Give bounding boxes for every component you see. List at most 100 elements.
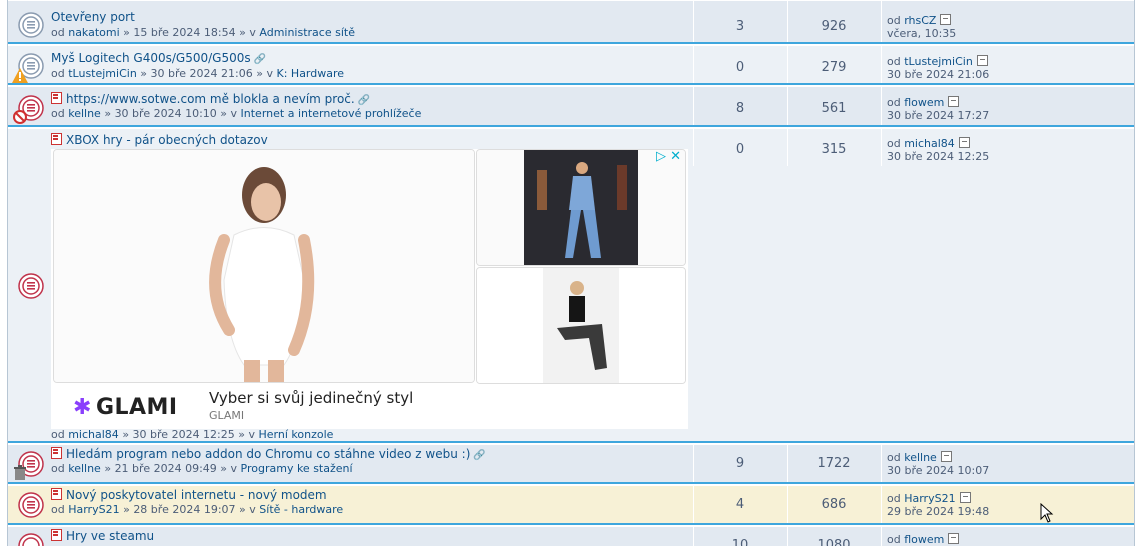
views-count: 1080: [817, 538, 851, 546]
last-author-link[interactable]: flowem: [904, 533, 944, 546]
adchoices-icon[interactable]: ▷: [656, 149, 666, 164]
last-post: od HarryS21 29 bře 2024 19:48: [887, 492, 990, 518]
topic-meta: od HarryS21 » 28 bře 2024 19:07 » v Sítě…: [51, 503, 344, 516]
new-post-icon[interactable]: [51, 447, 62, 459]
forum-link[interactable]: K: Hardware: [277, 67, 345, 80]
ad-choices[interactable]: ▷ ✕: [656, 149, 681, 164]
replies-count: 0: [735, 142, 745, 157]
topic-row: Otevřeny port od nakatomi » 15 bře 2024 …: [8, 0, 1134, 44]
ad-product-image[interactable]: [476, 267, 686, 384]
forum-link[interactable]: Programy ke stažení: [241, 462, 353, 475]
views-count: 279: [821, 60, 847, 75]
topic-title-link[interactable]: https://www.sotwe.com mě bloklа a nevím …: [51, 92, 370, 106]
last-post: od kellne 30 bře 2024 10:07: [887, 451, 990, 477]
new-post-icon[interactable]: [51, 529, 62, 541]
goto-last-post-icon[interactable]: [958, 137, 970, 148]
warning-icon: [12, 68, 28, 83]
author-link[interactable]: HarryS21: [68, 503, 119, 516]
last-post: od rhsCZ včera, 10:35: [887, 14, 957, 40]
topic-title-link[interactable]: Myš Logitech G400s/G500/G500s 🔗: [51, 51, 266, 65]
author-link[interactable]: michal84: [68, 428, 119, 441]
ad-footer[interactable]: ✱ GLAMI Vyber si svůj jedinečný styl GLAM…: [51, 385, 688, 429]
last-post: od flowem 30 bře 2024 17:27: [887, 96, 990, 122]
topic-title-link[interactable]: Hledám program nebo addon do Chromu co s…: [51, 447, 486, 461]
column-divider: [881, 445, 882, 482]
topic-row: Hledám program nebo addon do Chromu co s…: [8, 444, 1134, 484]
author-link[interactable]: kellne: [68, 462, 101, 475]
column-divider: [787, 445, 788, 482]
goto-last-post-icon[interactable]: [940, 451, 952, 462]
column-divider: [881, 1, 882, 42]
author-link[interactable]: nakatomi: [68, 26, 119, 39]
goto-last-post-icon[interactable]: [948, 533, 960, 544]
column-divider: [693, 1, 694, 42]
attachment-icon: 🔗: [357, 95, 371, 106]
last-author-link[interactable]: flowem: [904, 96, 944, 109]
replies-count: 3: [735, 19, 745, 34]
goto-last-post-icon[interactable]: [940, 14, 952, 25]
topic-unread-icon: [18, 533, 44, 546]
goto-last-post-icon[interactable]: [959, 492, 971, 503]
last-author-link[interactable]: rhsCZ: [904, 14, 936, 27]
column-divider: [693, 445, 694, 482]
topic-meta: od michal84 » 30 bře 2024 12:25 » v Hern…: [51, 428, 334, 441]
topic-row: https://www.sotwe.com mě bloklа a nevím …: [8, 86, 1134, 127]
replies-count: 8: [735, 101, 745, 116]
topic-title-link[interactable]: Otevřeny port: [51, 10, 135, 24]
views-count: 1722: [817, 456, 851, 471]
topic-unread-icon: [18, 492, 44, 518]
ad-product-image[interactable]: [53, 149, 475, 383]
replies-count: 10: [731, 538, 749, 546]
no-entry-icon: [13, 110, 27, 124]
goto-last-post-icon[interactable]: [948, 96, 960, 107]
glami-logo[interactable]: ✱ GLAMI: [73, 395, 178, 420]
new-post-icon[interactable]: [51, 488, 62, 500]
column-divider: [787, 1, 788, 42]
column-divider: [693, 129, 694, 166]
close-icon[interactable]: ✕: [670, 149, 681, 164]
column-divider: [787, 46, 788, 83]
ad-brand: GLAMI: [209, 409, 245, 422]
column-divider: [881, 486, 882, 523]
last-author-link[interactable]: michal84: [904, 137, 955, 150]
column-divider: [881, 87, 882, 125]
forum-link[interactable]: Sítě - hardware: [259, 503, 343, 516]
topic-meta: od nakatomi » 15 bře 2024 18:54 » v Admi…: [51, 26, 355, 39]
goto-last-post-icon[interactable]: [976, 55, 988, 66]
topic-title-link[interactable]: Nový poskytovatel internetu - nový modem: [51, 488, 327, 502]
author-link[interactable]: kellne: [68, 107, 101, 120]
views-count: 926: [821, 19, 847, 34]
new-post-icon[interactable]: [51, 92, 62, 104]
topic-row: Nový poskytovatel internetu - nový modem…: [8, 485, 1134, 525]
ad-headline[interactable]: Vyber si svůj jedinečný styl: [209, 389, 413, 407]
replies-count: 9: [735, 456, 745, 471]
views-count: 315: [821, 142, 847, 157]
replies-count: 4: [735, 497, 745, 512]
new-post-icon[interactable]: [51, 133, 62, 145]
column-divider: [881, 129, 882, 166]
last-author-link[interactable]: tLustejmiCin: [904, 55, 973, 68]
topic-meta: od kellne » 21 bře 2024 09:49 » v Progra…: [51, 462, 353, 475]
mouse-cursor-icon: [1040, 503, 1054, 523]
topic-title-link[interactable]: Hry ve steamu: [51, 529, 154, 543]
forum-link[interactable]: Herní konzole: [259, 428, 334, 441]
topic-read-icon: [18, 12, 44, 38]
last-post: od flowem: [887, 533, 960, 546]
topic-title-link[interactable]: XBOX hry - pár obecných dotazov: [51, 133, 268, 147]
forum-link[interactable]: Administrace sítě: [259, 26, 355, 39]
views-count: 686: [821, 497, 847, 512]
column-divider: [787, 129, 788, 166]
ad-product-image[interactable]: [476, 149, 686, 266]
column-divider: [693, 527, 694, 546]
forum-link[interactable]: Internet a internetové prohlížeče: [241, 107, 422, 120]
last-author-link[interactable]: HarryS21: [904, 492, 955, 505]
topic-row: Myš Logitech G400s/G500/G500s 🔗 od tLuste…: [8, 45, 1134, 85]
column-divider: [787, 87, 788, 125]
topic-unread-icon: [18, 273, 44, 299]
column-divider: [881, 46, 882, 83]
ad-banner[interactable]: ▷ ✕ ✱ GLAMI Vyber si svůj jedinečný styl …: [51, 149, 688, 429]
last-author-link[interactable]: kellne: [904, 451, 937, 464]
topic-list: Otevřeny port od nakatomi » 15 bře 2024 …: [7, 0, 1135, 546]
last-post: od michal84 30 bře 2024 12:25: [887, 137, 990, 163]
author-link[interactable]: tLustejmiCin: [68, 67, 137, 80]
